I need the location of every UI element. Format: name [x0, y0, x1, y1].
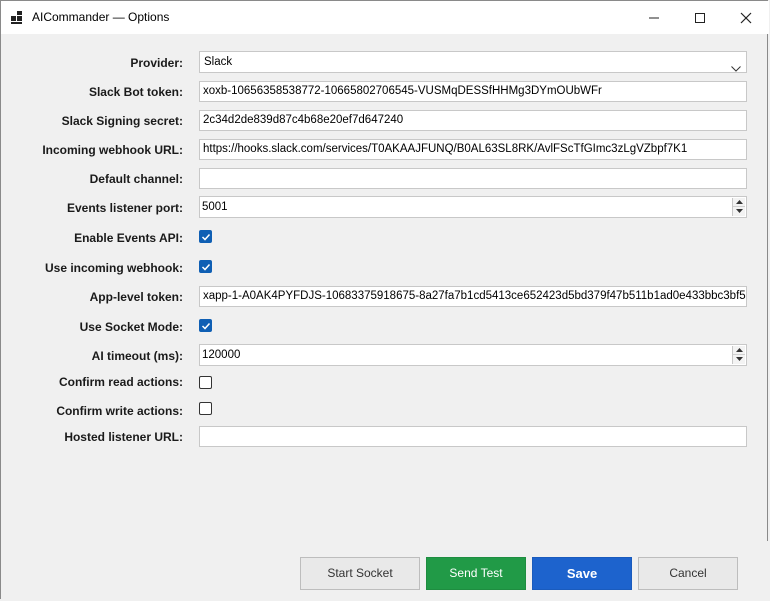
- ai-timeout-value: 120000: [202, 349, 241, 361]
- webhook-url-label: Incoming webhook URL:: [42, 143, 183, 157]
- signing-secret-input[interactable]: 2c34d2de839d87c4b68e20ef7d647240: [199, 110, 747, 131]
- provider-label: Provider:: [130, 56, 183, 70]
- use-incoming-webhook-checkbox[interactable]: [199, 260, 212, 273]
- enable-events-api-checkbox[interactable]: [199, 230, 212, 243]
- triangle-down-icon: [736, 357, 743, 361]
- confirm-read-checkbox[interactable]: [199, 376, 212, 389]
- default-channel-label: Default channel:: [89, 172, 183, 186]
- ai-timeout-spinner[interactable]: 120000: [199, 344, 747, 366]
- bot-token-label: Slack Bot token:: [88, 85, 183, 99]
- use-incoming-webhook-label: Use incoming webhook:: [44, 261, 183, 275]
- spin-up-button[interactable]: [733, 198, 745, 207]
- chevron-down-icon: [731, 59, 741, 79]
- bot-token-input[interactable]: xoxb-10656358538772-10665802706545-VUSMq…: [199, 81, 747, 102]
- spin-down-button[interactable]: [733, 355, 745, 364]
- checkmark-icon: [201, 263, 211, 271]
- triangle-down-icon: [736, 209, 743, 213]
- signing-secret-label: Slack Signing secret:: [61, 114, 183, 128]
- checkmark-icon: [201, 322, 211, 330]
- triangle-up-icon: [736, 200, 743, 204]
- app-grid-icon: [11, 11, 24, 24]
- confirm-write-label: Confirm write actions:: [56, 404, 183, 418]
- triangle-up-icon: [736, 348, 743, 352]
- provider-select[interactable]: Slack: [199, 51, 747, 73]
- start-socket-button[interactable]: Start Socket: [300, 557, 420, 590]
- events-port-value: 5001: [202, 201, 228, 213]
- spin-up-button[interactable]: [733, 346, 745, 355]
- cancel-button[interactable]: Cancel: [638, 557, 738, 590]
- hosted-listener-url-input[interactable]: [199, 426, 747, 447]
- webhook-url-input[interactable]: https://hooks.slack.com/services/T0AKAAJ…: [199, 139, 747, 160]
- close-button[interactable]: [723, 1, 769, 34]
- ai-timeout-spin-buttons: [732, 346, 745, 364]
- use-socket-mode-label: Use Socket Mode:: [79, 320, 183, 334]
- maximize-icon: [695, 13, 705, 23]
- minimize-icon: [649, 17, 659, 19]
- default-channel-input[interactable]: [199, 168, 747, 189]
- events-port-spin-buttons: [732, 198, 745, 216]
- enable-events-api-label: Enable Events API:: [74, 231, 183, 245]
- ai-timeout-label: AI timeout (ms):: [91, 349, 183, 363]
- checkmark-icon: [201, 233, 211, 241]
- provider-value: Slack: [204, 56, 233, 68]
- close-icon: [740, 12, 752, 24]
- spin-down-button[interactable]: [733, 207, 745, 216]
- hosted-listener-url-label: Hosted listener URL:: [64, 430, 183, 444]
- confirm-write-checkbox[interactable]: [199, 402, 212, 415]
- save-button[interactable]: Save: [532, 557, 632, 590]
- app-level-token-input[interactable]: xapp-1-A0AK4PYFDJS-10683375918675-8a27fa…: [199, 286, 747, 307]
- events-port-label: Events listener port:: [66, 201, 183, 215]
- options-window: AICommander — Options Provider: Slack Sl…: [0, 0, 769, 600]
- maximize-button[interactable]: [677, 1, 723, 34]
- send-test-button[interactable]: Send Test: [426, 557, 526, 590]
- confirm-read-label: Confirm read actions:: [58, 375, 183, 389]
- use-socket-mode-checkbox[interactable]: [199, 319, 212, 332]
- events-port-spinner[interactable]: 5001: [199, 196, 747, 218]
- app-level-token-label: App-level token:: [89, 290, 183, 304]
- minimize-button[interactable]: [631, 1, 677, 34]
- window-title: AICommander — Options: [32, 10, 170, 24]
- title-bar[interactable]: AICommander — Options: [1, 1, 769, 34]
